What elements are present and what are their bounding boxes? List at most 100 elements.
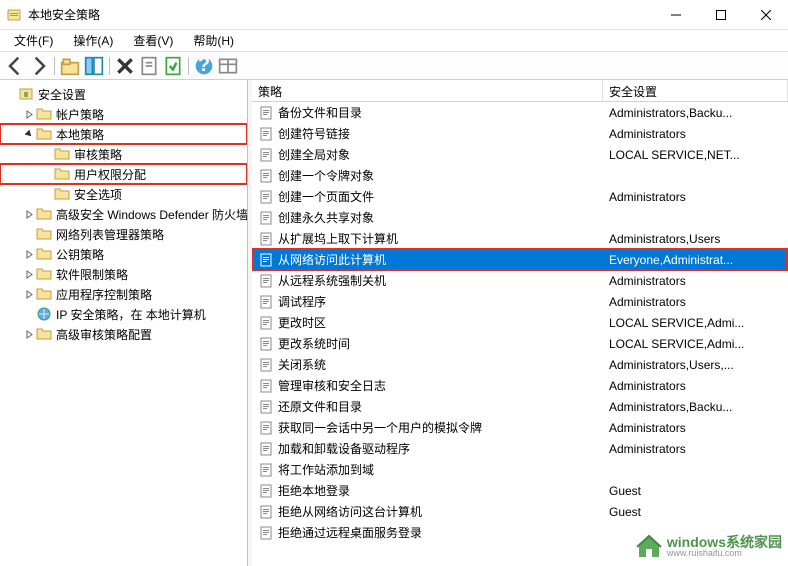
tree-item-label: 应用程序控制策略 <box>56 286 152 303</box>
list-body[interactable]: 备份文件和目录Administrators,Backu...创建符号链接Admi… <box>252 102 788 566</box>
list-row[interactable]: 备份文件和目录Administrators,Backu... <box>252 102 788 123</box>
cell-setting: Administrators,Users,... <box>603 358 788 372</box>
menu-file[interactable]: 文件(F) <box>6 30 61 51</box>
policy-label: 创建永久共享对象 <box>278 209 374 226</box>
cell-policy: 从扩展坞上取下计算机 <box>252 230 603 247</box>
tree-item[interactable]: 用户权限分配 <box>0 164 247 184</box>
list-row[interactable]: 拒绝从网络访问这台计算机Guest <box>252 501 788 522</box>
tree-pane[interactable]: 安全设置 帐户策略本地策略审核策略用户权限分配安全选项高级安全 Windows … <box>0 80 248 566</box>
policy-icon <box>258 189 274 205</box>
expander-icon[interactable] <box>4 87 18 101</box>
list-row[interactable]: 拒绝本地登录Guest <box>252 480 788 501</box>
help-button[interactable]: ? <box>193 55 215 77</box>
list-row[interactable]: 从远程系统强制关机Administrators <box>252 270 788 291</box>
delete-button[interactable] <box>114 55 136 77</box>
cell-policy: 管理审核和安全日志 <box>252 377 603 394</box>
toolbar-sep <box>188 57 189 75</box>
policy-label: 拒绝通过远程桌面服务登录 <box>278 524 422 541</box>
expander-icon[interactable] <box>40 167 54 181</box>
policy-icon <box>258 105 274 121</box>
list-row[interactable]: 获取同一会话中另一个用户的模拟令牌Administrators <box>252 417 788 438</box>
back-button[interactable] <box>4 55 26 77</box>
ip-policy-icon <box>36 306 52 322</box>
up-button[interactable] <box>59 55 81 77</box>
folder-icon <box>54 146 70 162</box>
show-hide-tree-button[interactable] <box>83 55 105 77</box>
expander-icon[interactable] <box>22 107 36 121</box>
cell-policy: 获取同一会话中另一个用户的模拟令牌 <box>252 419 603 436</box>
menu-action[interactable]: 操作(A) <box>65 30 121 51</box>
cell-setting: Administrators <box>603 421 788 435</box>
minimize-button[interactable] <box>653 0 698 30</box>
tree-item-label: 本地策略 <box>56 126 104 143</box>
list-row[interactable]: 创建一个令牌对象 <box>252 165 788 186</box>
cell-setting: Administrators,Backu... <box>603 106 788 120</box>
cell-policy: 还原文件和目录 <box>252 398 603 415</box>
expander-icon[interactable] <box>40 147 54 161</box>
expander-icon[interactable] <box>22 207 36 221</box>
list-row[interactable]: 调试程序Administrators <box>252 291 788 312</box>
policy-label: 管理审核和安全日志 <box>278 377 386 394</box>
toolbar-sep <box>109 57 110 75</box>
policy-icon <box>258 252 274 268</box>
maximize-button[interactable] <box>698 0 743 30</box>
policy-icon <box>258 231 274 247</box>
view-button[interactable] <box>217 55 239 77</box>
list-row[interactable]: 管理审核和安全日志Administrators <box>252 375 788 396</box>
house-icon <box>635 532 663 560</box>
expander-icon[interactable] <box>22 267 36 281</box>
app-icon <box>6 7 22 23</box>
tree-item[interactable]: IP 安全策略，在 本地计算机 <box>0 304 247 324</box>
expander-icon[interactable] <box>22 287 36 301</box>
expander-icon[interactable] <box>22 127 36 141</box>
list-row[interactable]: 将工作站添加到域 <box>252 459 788 480</box>
list-row[interactable]: 更改系统时间LOCAL SERVICE,Admi... <box>252 333 788 354</box>
cell-policy: 调试程序 <box>252 293 603 310</box>
tree-item[interactable]: 高级安全 Windows Defender 防火墙 <box>0 204 247 224</box>
list-row[interactable]: 从扩展坞上取下计算机Administrators,Users <box>252 228 788 249</box>
col-header-setting[interactable]: 安全设置 <box>603 80 788 101</box>
policy-icon <box>258 210 274 226</box>
tree-root[interactable]: 安全设置 <box>0 84 247 104</box>
list-row[interactable]: 关闭系统Administrators,Users,... <box>252 354 788 375</box>
col-header-policy[interactable]: 策略 <box>252 80 603 101</box>
tree-item-label: 软件限制策略 <box>56 266 128 283</box>
expander-icon[interactable] <box>22 227 36 241</box>
menu-help[interactable]: 帮助(H) <box>185 30 242 51</box>
expander-icon[interactable] <box>22 307 36 321</box>
tree-item[interactable]: 高级审核策略配置 <box>0 324 247 344</box>
expander-icon[interactable] <box>22 247 36 261</box>
properties-button[interactable] <box>138 55 160 77</box>
tree-item-label: 用户权限分配 <box>74 166 146 183</box>
tree-item-label: IP 安全策略，在 本地计算机 <box>56 306 206 323</box>
tree-item[interactable]: 公钥策略 <box>0 244 247 264</box>
tree-item[interactable]: 审核策略 <box>0 144 247 164</box>
forward-button[interactable] <box>28 55 50 77</box>
cell-setting: Administrators <box>603 295 788 309</box>
toolbar: ? <box>0 52 788 80</box>
tree-item-label: 网络列表管理器策略 <box>56 226 164 243</box>
tree-item[interactable]: 软件限制策略 <box>0 264 247 284</box>
tree-item[interactable]: 网络列表管理器策略 <box>0 224 247 244</box>
export-button[interactable] <box>162 55 184 77</box>
close-button[interactable] <box>743 0 788 30</box>
list-row[interactable]: 创建符号链接Administrators <box>252 123 788 144</box>
tree-item[interactable]: 安全选项 <box>0 184 247 204</box>
policy-icon <box>258 294 274 310</box>
tree-item[interactable]: 应用程序控制策略 <box>0 284 247 304</box>
cell-setting: Administrators <box>603 442 788 456</box>
list-row[interactable]: 还原文件和目录Administrators,Backu... <box>252 396 788 417</box>
expander-icon[interactable] <box>22 327 36 341</box>
list-row[interactable]: 更改时区LOCAL SERVICE,Admi... <box>252 312 788 333</box>
list-row[interactable]: 从网络访问此计算机Everyone,Administrat... <box>252 249 788 270</box>
tree-item[interactable]: 帐户策略 <box>0 104 247 124</box>
tree-item[interactable]: 本地策略 <box>0 124 247 144</box>
list-row[interactable]: 创建一个页面文件Administrators <box>252 186 788 207</box>
policy-label: 创建符号链接 <box>278 125 350 142</box>
expander-icon[interactable] <box>40 187 54 201</box>
list-row[interactable]: 加载和卸载设备驱动程序Administrators <box>252 438 788 459</box>
cell-policy: 更改系统时间 <box>252 335 603 352</box>
list-row[interactable]: 创建全局对象LOCAL SERVICE,NET... <box>252 144 788 165</box>
list-row[interactable]: 创建永久共享对象 <box>252 207 788 228</box>
menu-view[interactable]: 查看(V) <box>125 30 181 51</box>
